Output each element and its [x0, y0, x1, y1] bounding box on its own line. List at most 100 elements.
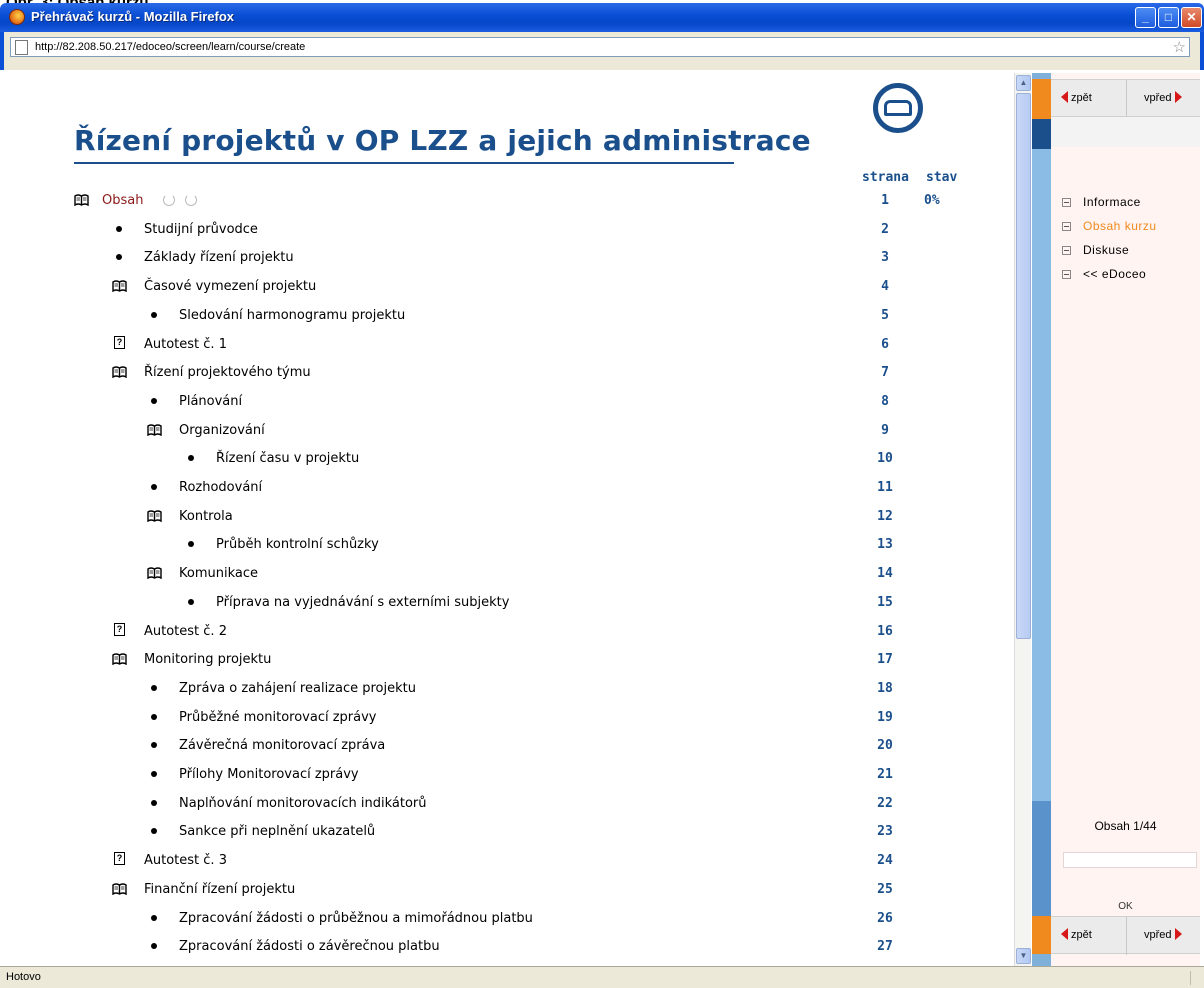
toc-row[interactable]: Finanční řízení projektu 25 [4, 875, 1004, 903]
expand-box-icon [1062, 198, 1071, 207]
toc-label[interactable]: Autotest č. 3 [144, 853, 227, 868]
toc-row[interactable]: Zpracování žádosti o průběžnou a mimořád… [4, 904, 1004, 932]
back-button-bottom[interactable]: zpět [1061, 928, 1092, 941]
toc-label[interactable]: Obsah [102, 193, 143, 208]
toc-label[interactable]: Zpracování žádosti o průběžnou a mimořád… [179, 911, 533, 926]
page-number: 24 [877, 853, 893, 869]
open-book-icon [112, 279, 127, 293]
bullet-icon [116, 225, 122, 232]
scroll-down-icon[interactable]: ▼ [1016, 948, 1031, 964]
toc-label[interactable]: Zpráva o zahájení realizace projektu [179, 681, 416, 696]
window-title: Přehrávač kurzů - Mozilla Firefox [31, 9, 235, 24]
vertical-scrollbar[interactable]: ▲ ▼ [1014, 73, 1031, 966]
nav-bar-bottom: zpět vpřed [1051, 916, 1200, 955]
toc-label[interactable]: Sledování harmonogramu projektu [179, 308, 405, 323]
toc-row[interactable]: Průběžné monitorovací zprávy 19 [4, 703, 1004, 731]
toc-row[interactable]: Řízení projektového týmu 7 [4, 358, 1004, 386]
toc-label[interactable]: Rozhodování [179, 480, 262, 495]
toc-label[interactable]: Plánování [179, 394, 242, 409]
toc-label[interactable]: Naplňování monitorovacích indikátorů [179, 796, 426, 811]
sidebar-menu-item[interactable]: Informace [1062, 195, 1141, 215]
page-number: 26 [877, 910, 893, 926]
toc-label[interactable]: Kontrola [179, 509, 233, 524]
toc-row[interactable]: Komunikace 14 [4, 559, 1004, 587]
toc-row[interactable]: Naplňování monitorovacích indikátorů 22 [4, 789, 1004, 817]
sidebar-menu-label: Obsah kurzu [1083, 219, 1157, 233]
scroll-up-icon[interactable]: ▲ [1016, 75, 1031, 91]
url-field[interactable]: http://82.208.50.217/edoceo/screen/learn… [10, 37, 1190, 57]
toc-row[interactable]: Sankce při neplnění ukazatelů 23 [4, 817, 1004, 845]
toc-row[interactable]: Sledování harmonogramu projektu 5 [4, 301, 1004, 329]
toc-label[interactable]: Řízení projektového týmu [144, 365, 311, 380]
toc-row[interactable]: Zpracování žádosti o závěrečnou platbu 27 [4, 932, 1004, 960]
toc-label[interactable]: Finanční řízení projektu [144, 882, 295, 897]
ok-button[interactable]: OK [1051, 901, 1200, 912]
play-circle-icon[interactable] [185, 194, 197, 206]
toc-row[interactable]: ? Autotest č. 1 6 [4, 330, 1004, 358]
toc-row[interactable]: Průběh kontrolní schůzky 13 [4, 530, 1004, 558]
resize-grip[interactable] [1190, 971, 1202, 985]
open-book-icon [147, 423, 162, 436]
open-book-icon [112, 652, 127, 666]
arrow-left-icon [1061, 928, 1068, 940]
toc-label[interactable]: Přílohy Monitorovací zprávy [179, 767, 359, 782]
toc-row[interactable]: Přílohy Monitorovací zprávy 21 [4, 760, 1004, 788]
toc-label[interactable]: Sankce při neplnění ukazatelů [179, 824, 375, 839]
toc-row[interactable]: ? Autotest č. 2 16 [4, 617, 1004, 645]
book-logo-icon [873, 83, 923, 133]
sidebar-menu-item[interactable]: Obsah kurzu [1062, 219, 1157, 239]
sidebar-menu-item[interactable]: << eDoceo [1062, 267, 1146, 287]
page-number: 23 [877, 824, 893, 840]
toc-row[interactable]: Příprava na vyjednávání s externími subj… [4, 588, 1004, 616]
toc-row[interactable]: Základy řízení projektu 3 [4, 243, 1004, 271]
forward-button-bottom[interactable]: vpřed [1144, 928, 1182, 941]
minimize-button[interactable]: _ [1135, 7, 1156, 28]
toc-row[interactable]: Plánování 8 [4, 387, 1004, 415]
toc-row[interactable]: Kontrola 12 [4, 502, 1004, 530]
forward-button-top[interactable]: vpřed [1144, 91, 1182, 104]
back-button-top[interactable]: zpět [1061, 91, 1092, 104]
toc-label[interactable]: Základy řízení projektu [144, 250, 294, 265]
page-number: 7 [881, 365, 889, 381]
scroll-thumb[interactable] [1016, 93, 1031, 639]
status-text: Hotovo [6, 971, 41, 983]
page-number: 25 [877, 881, 893, 897]
toc-label[interactable]: Příprava na vyjednávání s externími subj… [216, 595, 509, 610]
column-header-page: strana [862, 170, 909, 185]
toc-row[interactable]: Organizování 9 [4, 416, 1004, 444]
toc-label[interactable]: Průběh kontrolní schůzky [216, 537, 379, 552]
toc-row[interactable]: Obsah 1 0% [4, 186, 1004, 214]
toc-row[interactable]: Časové vymezení projektu 4 [4, 272, 1004, 300]
toc-label[interactable]: Zpracování žádosti o závěrečnou platbu [179, 939, 440, 954]
toc-label[interactable]: Monitoring projektu [144, 652, 271, 667]
toc-label[interactable]: Studijní průvodce [144, 222, 258, 237]
page-number: 5 [881, 307, 889, 323]
toc-label[interactable]: Komunikace [179, 566, 258, 581]
toc-row[interactable]: Zpráva o zahájení realizace projektu 18 [4, 674, 1004, 702]
maximize-button[interactable]: □ [1158, 7, 1179, 28]
toc-label[interactable]: Organizování [179, 423, 265, 438]
toc-label[interactable]: Závěrečná monitorovací zpráva [179, 738, 385, 753]
bullet-icon [151, 799, 157, 806]
bullet-icon [188, 455, 194, 462]
sidebar-stripe [1032, 73, 1051, 966]
page-number: 15 [877, 594, 893, 610]
toc-row[interactable]: Závěrečná monitorovací zpráva 20 [4, 731, 1004, 759]
toc-row[interactable]: Řízení času v projektu 10 [4, 444, 1004, 472]
bullet-icon [151, 771, 157, 777]
bullet-icon [151, 311, 157, 318]
toc-label[interactable]: Řízení času v projektu [216, 451, 359, 466]
toc-row[interactable]: Studijní průvodce 2 [4, 215, 1004, 243]
toc-label[interactable]: Průběžné monitorovací zprávy [179, 710, 377, 725]
bookmark-star-icon[interactable]: ☆ [1173, 38, 1186, 56]
refresh-icon[interactable] [163, 194, 175, 206]
toc-label[interactable]: Autotest č. 2 [144, 624, 227, 639]
toc-row[interactable]: Rozhodování 11 [4, 473, 1004, 501]
sidebar-menu-item[interactable]: Diskuse [1062, 243, 1129, 263]
toc-row[interactable]: ? Autotest č. 3 24 [4, 846, 1004, 874]
toc-row[interactable]: Monitoring projektu 17 [4, 645, 1004, 673]
close-button[interactable]: ✕ [1181, 7, 1202, 28]
toc-label[interactable]: Autotest č. 1 [144, 337, 227, 352]
toc-label[interactable]: Časové vymezení projektu [144, 279, 316, 294]
page-number: 1 [881, 193, 889, 208]
